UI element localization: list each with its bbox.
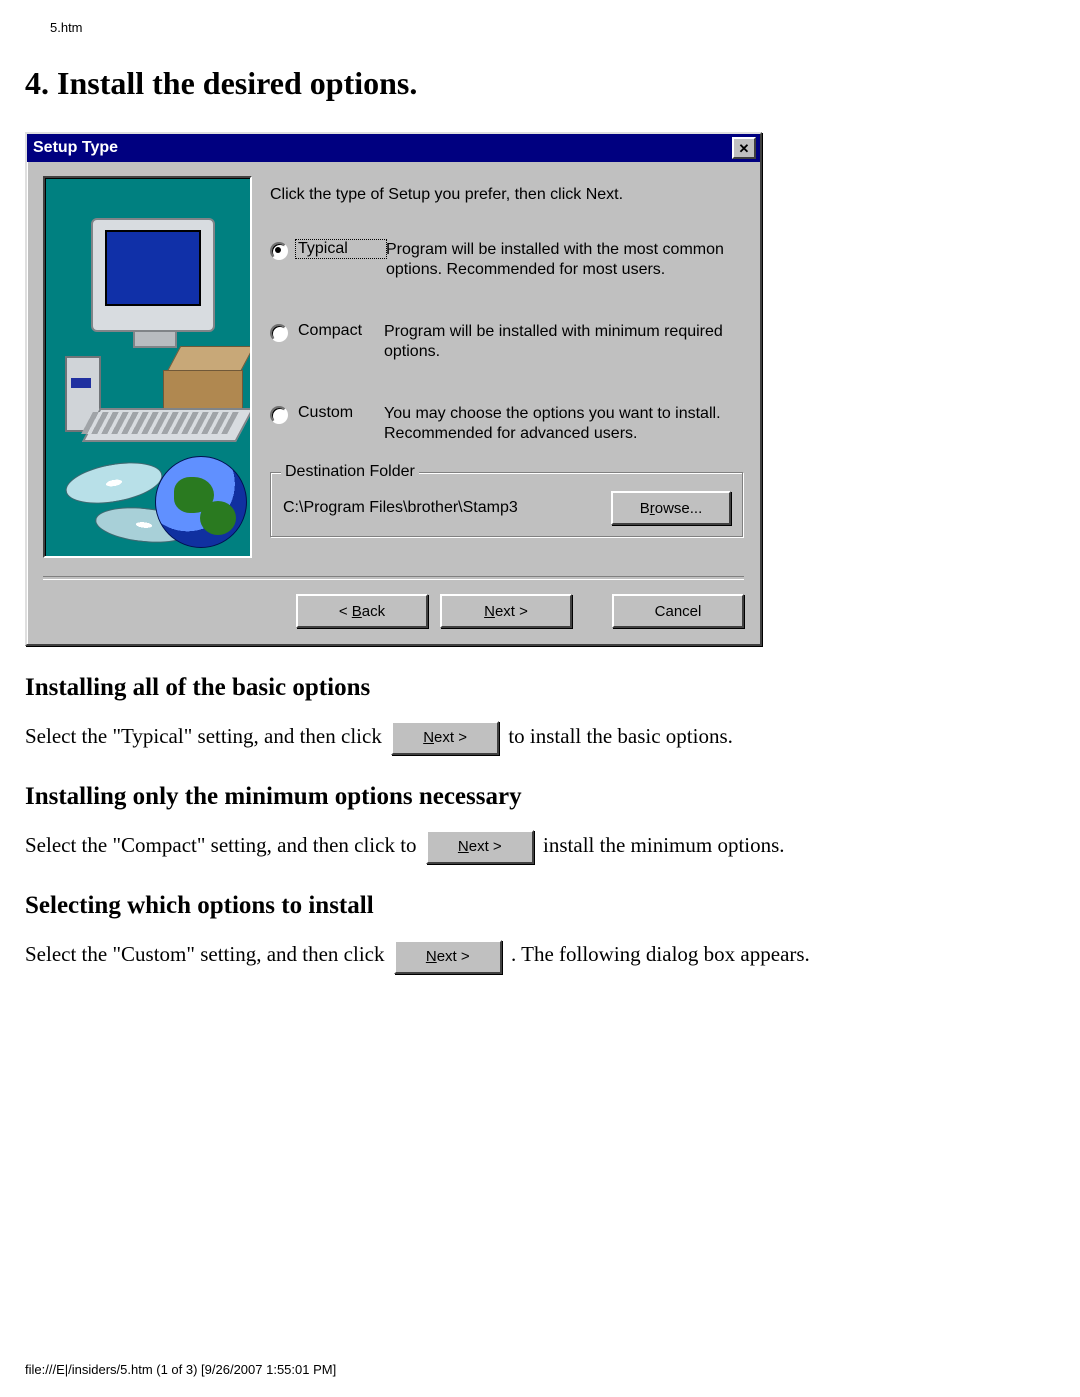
- section-heading: Installing all of the basic options: [25, 674, 1055, 702]
- back-button[interactable]: < Back: [296, 594, 428, 628]
- doc-crumb: 5.htm: [50, 20, 1055, 35]
- option-compact[interactable]: Compact Program will be installed with m…: [270, 322, 744, 362]
- dialog-titlebar: Setup Type ✕: [27, 134, 760, 162]
- option-desc: Program will be installed with minimum r…: [384, 322, 744, 362]
- dialog-title: Setup Type: [33, 139, 118, 157]
- radio-typical[interactable]: [270, 242, 288, 260]
- globe-icon: [155, 456, 247, 548]
- inline-next-button[interactable]: Next >: [391, 721, 499, 755]
- dialog-instruction: Click the type of Setup you prefer, then…: [270, 186, 744, 204]
- close-icon: ✕: [739, 142, 750, 155]
- destination-folder-group: Destination Folder C:\Program Files\brot…: [270, 472, 744, 538]
- page-footer: file:///E|/insiders/5.htm (1 of 3) [9/26…: [25, 1362, 336, 1377]
- radio-custom[interactable]: [270, 406, 288, 424]
- section-body: Select the "Custom" setting, and then cl…: [25, 938, 1055, 973]
- section-heading: Installing only the minimum options nece…: [25, 783, 1055, 811]
- destination-path: C:\Program Files\brother\Stamp3: [283, 499, 518, 517]
- option-typical[interactable]: Typical Program will be installed with t…: [270, 240, 744, 280]
- option-label: Compact: [298, 322, 384, 340]
- option-custom[interactable]: Custom You may choose the options you wa…: [270, 404, 744, 444]
- option-desc: Program will be installed with the most …: [386, 240, 744, 280]
- next-button[interactable]: Next >: [440, 594, 572, 628]
- section-body: Select the "Typical" setting, and then c…: [25, 720, 1055, 755]
- option-desc: You may choose the options you want to i…: [384, 404, 744, 444]
- option-label: Custom: [298, 404, 384, 422]
- inline-next-button[interactable]: Next >: [426, 830, 534, 864]
- option-label: Typical: [296, 240, 386, 258]
- browse-button[interactable]: Browse...: [611, 491, 731, 525]
- section-heading: Selecting which options to install: [25, 892, 1055, 920]
- close-button[interactable]: ✕: [732, 137, 756, 159]
- radio-compact[interactable]: [270, 324, 288, 342]
- inline-next-button[interactable]: Next >: [394, 940, 502, 974]
- page-title: 4. Install the desired options.: [25, 65, 1055, 102]
- group-title: Destination Folder: [281, 463, 419, 481]
- setup-type-dialog: Setup Type ✕: [25, 132, 762, 646]
- section-body: Select the "Compact" setting, and then c…: [25, 829, 1055, 864]
- disc-icon: [62, 456, 165, 510]
- cancel-button[interactable]: Cancel: [612, 594, 744, 628]
- wizard-artwork: [43, 176, 252, 558]
